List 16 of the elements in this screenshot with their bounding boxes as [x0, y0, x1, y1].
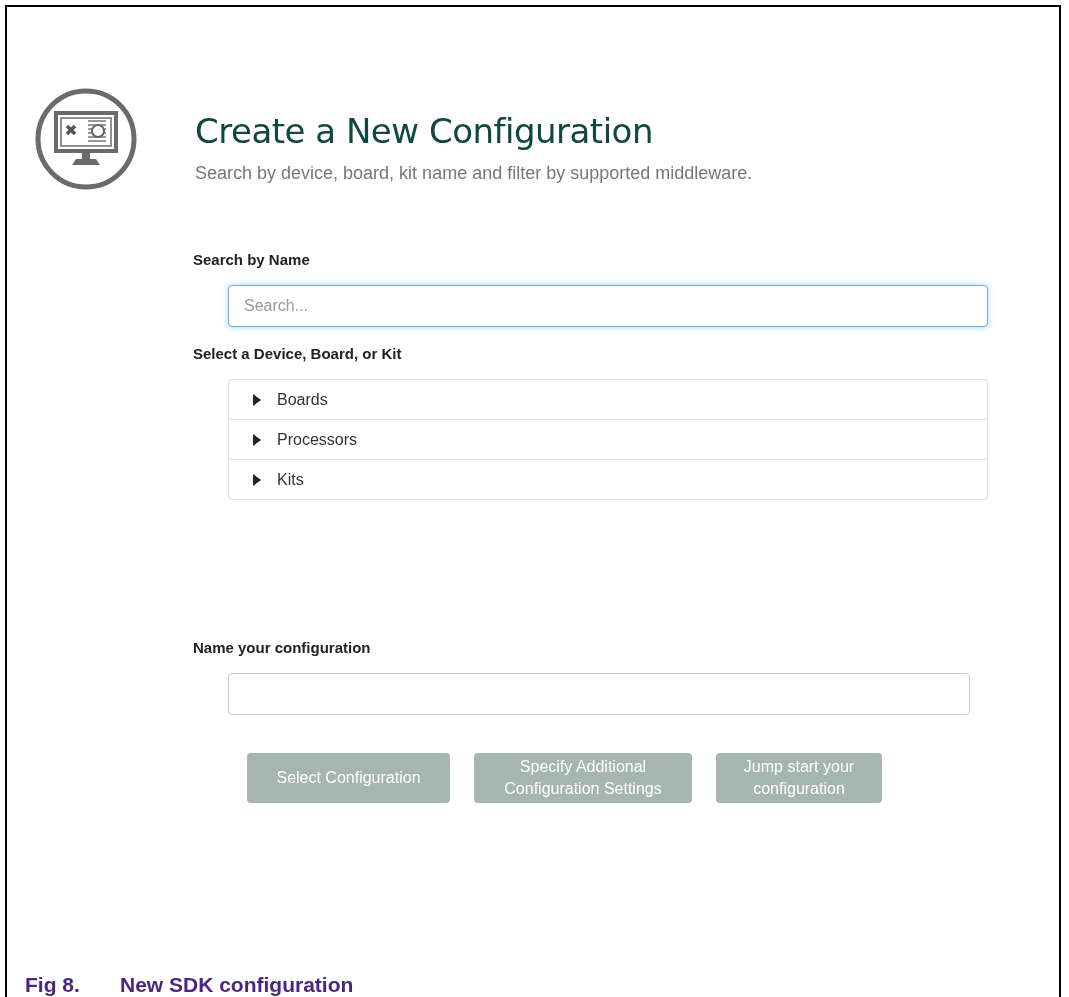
section-label: Search by Name: [193, 251, 311, 268]
tree-item[interactable]: Processors: [229, 419, 987, 459]
tree-item[interactable]: Kits: [229, 459, 987, 499]
page-title: Create a New Configuration: [195, 111, 654, 151]
figure-number: Fig 8.: [25, 973, 81, 997]
monitor-tools-icon: [34, 87, 138, 191]
name-field[interactable]: [228, 673, 970, 715]
tree-item-label: Processors: [277, 430, 358, 449]
page-subtitle: Search by device, board, kit name and filter by supported middleware.: [195, 163, 753, 184]
tree-item[interactable]: Boards: [229, 380, 987, 419]
tree-item-label: Kits: [277, 470, 304, 489]
section-label: Name your configuration: [193, 639, 372, 656]
section-label: Select a Device, Board, or Kit: [193, 345, 403, 362]
figure-caption: New SDK configuration: [120, 973, 354, 997]
tree-item-label: Boards: [277, 390, 328, 409]
search-field[interactable]: Search...: [228, 285, 988, 327]
